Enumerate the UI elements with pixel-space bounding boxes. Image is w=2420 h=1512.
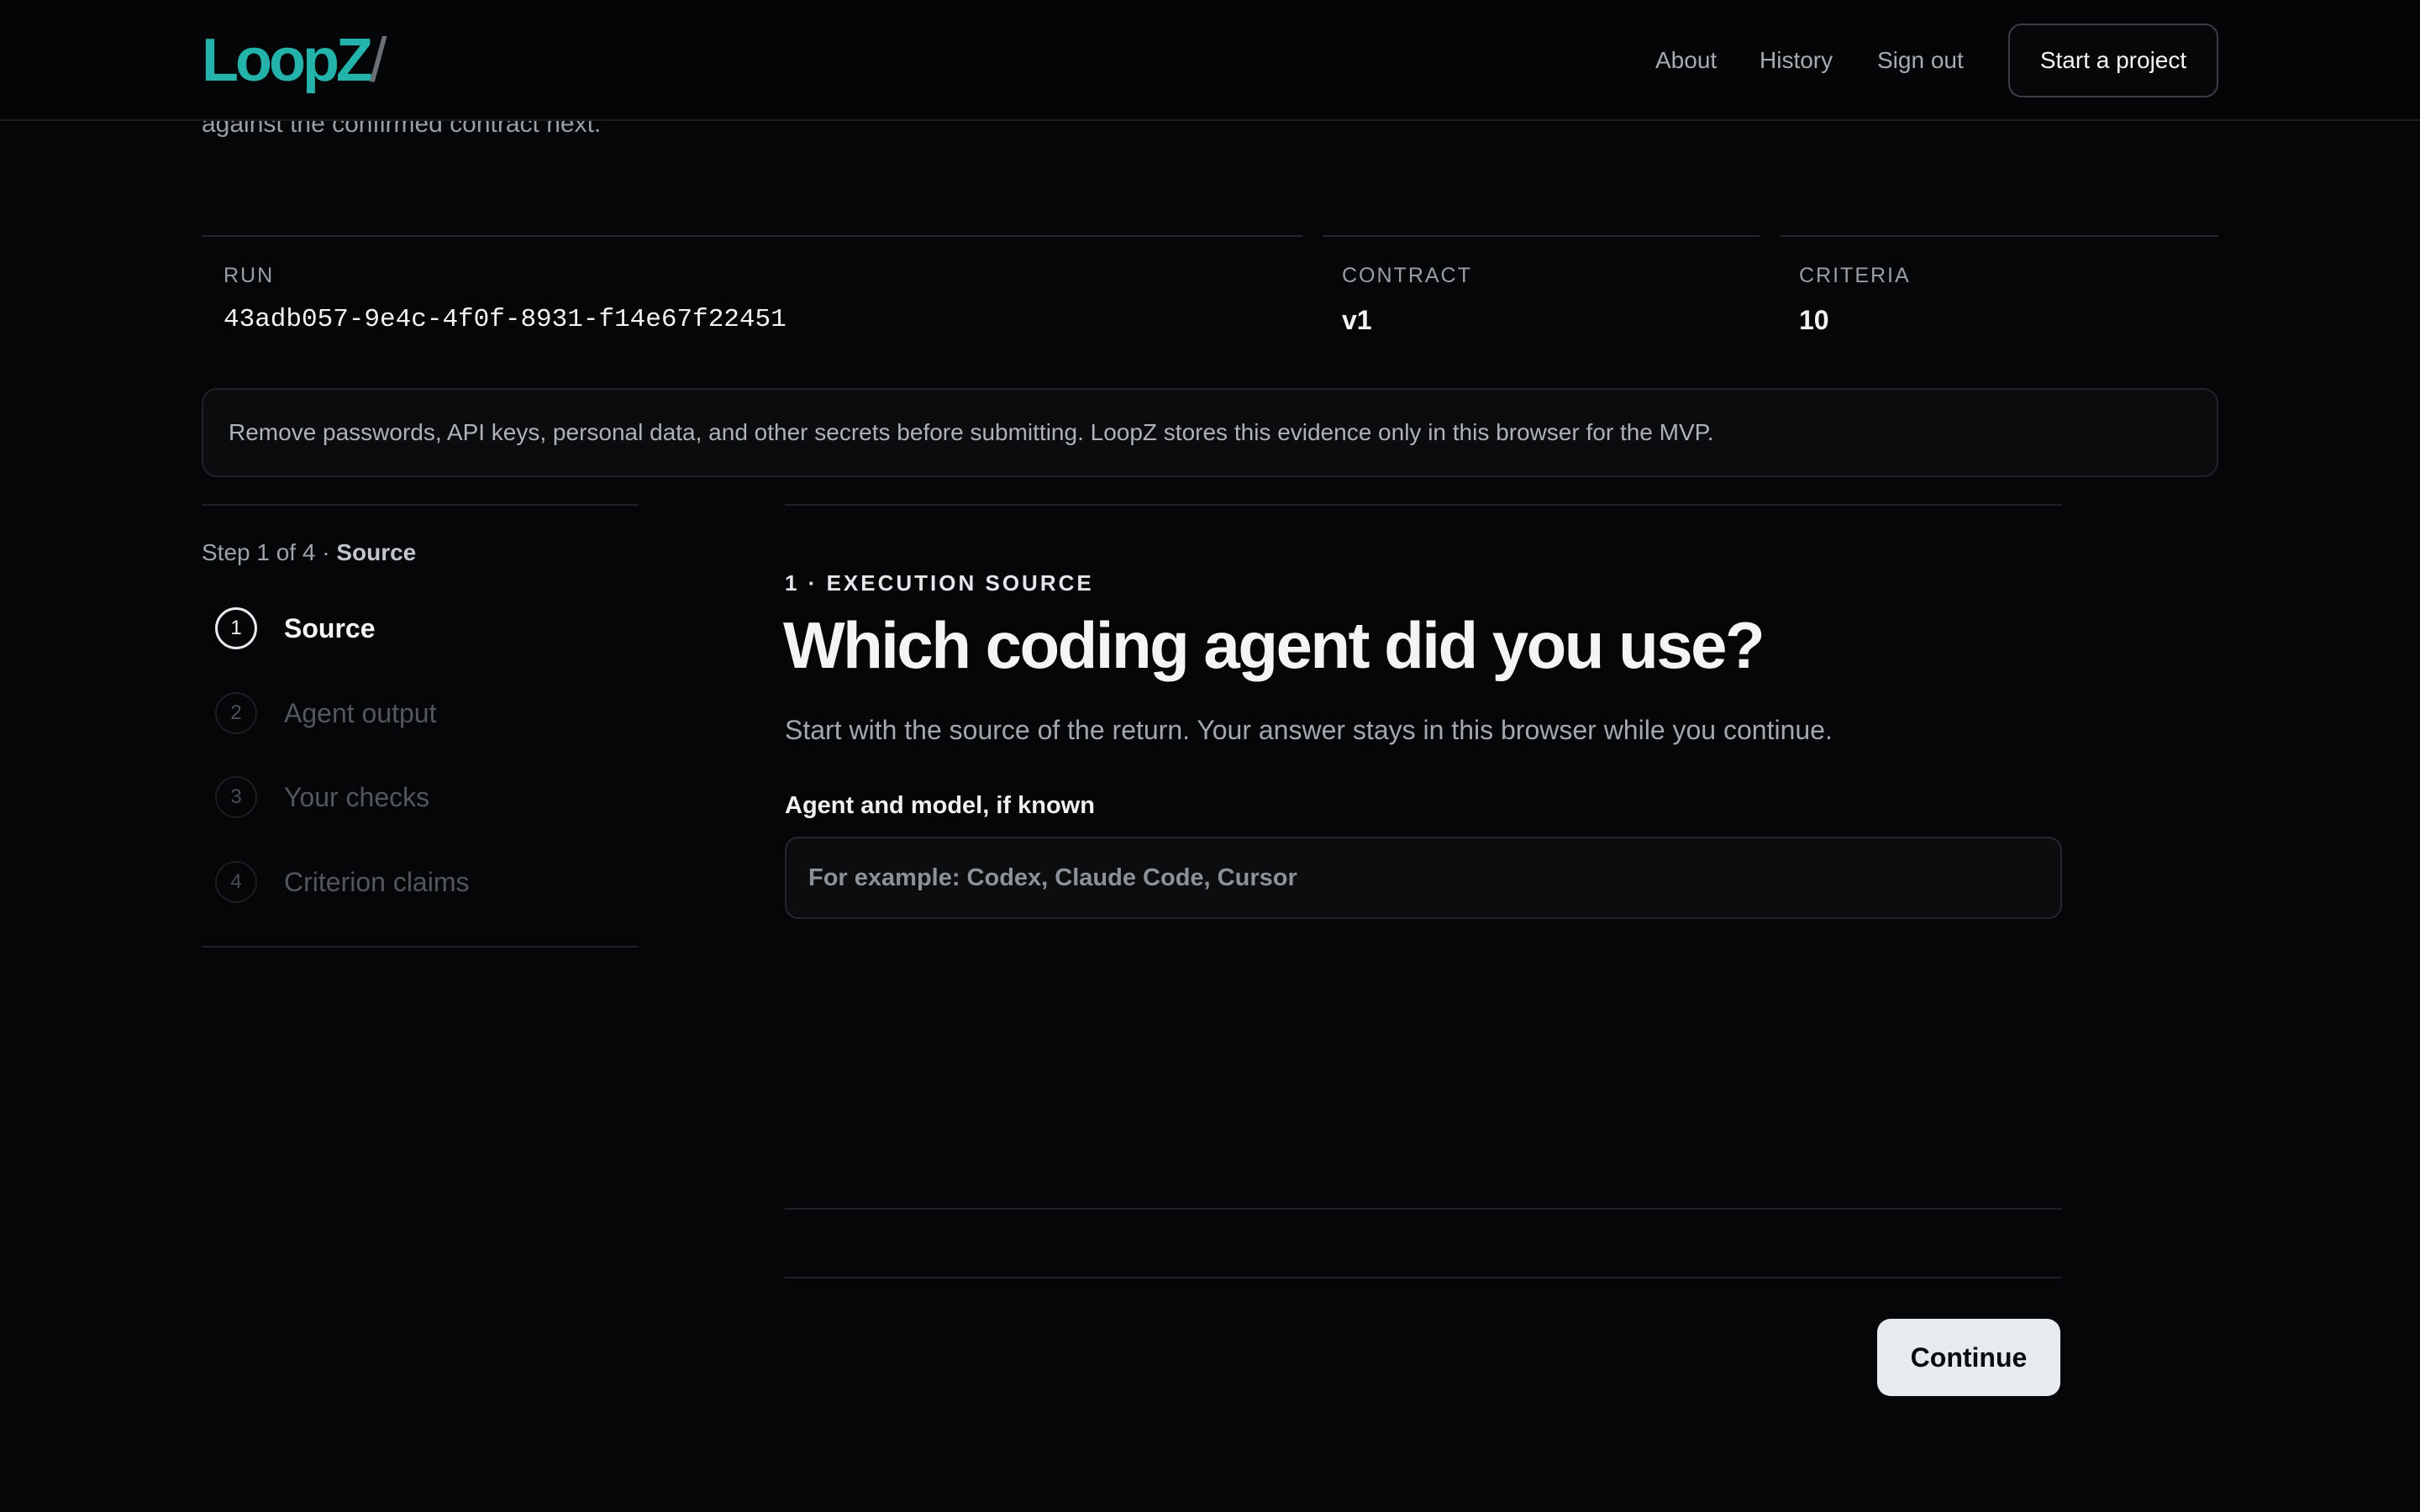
step-number: 3 bbox=[215, 776, 257, 818]
step-item-your-checks[interactable]: 3 Your checks bbox=[215, 774, 429, 821]
section-description: Start with the source of the return. You… bbox=[785, 715, 1833, 745]
agent-field-label: Agent and model, if known bbox=[785, 792, 1095, 819]
loopz-logo[interactable]: LoopZ bbox=[202, 25, 373, 96]
divider bbox=[1323, 235, 1760, 237]
privacy-notice: Remove passwords, API keys, personal dat… bbox=[202, 388, 2218, 477]
step-label: Your checks bbox=[284, 781, 430, 812]
step-progress: Step 1 of 4 · Source bbox=[202, 538, 416, 568]
step-label: Source bbox=[284, 612, 376, 643]
run-id: 43adb057-9e4c-4f0f-8931-f14e67f22451 bbox=[224, 305, 786, 334]
contract-label: CONTRACT bbox=[1342, 264, 1472, 287]
nav-sign-out-link[interactable]: Sign out bbox=[1877, 44, 1964, 77]
divider bbox=[785, 1277, 2062, 1278]
criteria-count: 10 bbox=[1799, 305, 1829, 335]
continue-button[interactable]: Continue bbox=[1877, 1319, 2060, 1396]
step-number: 2 bbox=[215, 692, 257, 734]
step-progress-prefix: Step 1 of 4 · bbox=[202, 539, 337, 565]
divider bbox=[1780, 235, 2218, 237]
step-number: 4 bbox=[215, 861, 257, 903]
step-progress-current: Source bbox=[336, 539, 417, 565]
step-item-source[interactable]: 1 Source bbox=[215, 605, 375, 652]
criteria-label: CRITERIA bbox=[1799, 264, 1911, 287]
agent-model-input[interactable] bbox=[785, 837, 2062, 919]
run-label: RUN bbox=[224, 264, 275, 287]
divider bbox=[785, 1208, 2062, 1210]
page: LoopZ / About History Sign out Start a p… bbox=[0, 0, 2420, 1512]
nav-about-link[interactable]: About bbox=[1655, 44, 1717, 77]
step-label: Criterion claims bbox=[284, 866, 470, 897]
start-project-button[interactable]: Start a project bbox=[2008, 24, 2218, 97]
divider bbox=[202, 235, 1302, 237]
page-title: Which coding agent did you use? bbox=[783, 608, 1765, 682]
nav-history-link[interactable]: History bbox=[1760, 44, 1833, 77]
step-label: Agent output bbox=[284, 697, 437, 728]
divider bbox=[202, 504, 639, 506]
section-kicker: 1 · EXECUTION SOURCE bbox=[785, 570, 1094, 596]
step-item-criterion-claims[interactable]: 4 Criterion claims bbox=[215, 858, 469, 906]
step-item-agent-output[interactable]: 2 Agent output bbox=[215, 690, 436, 737]
top-navigation-bar: LoopZ / About History Sign out Start a p… bbox=[0, 0, 2420, 121]
contract-version: v1 bbox=[1342, 305, 1372, 335]
logo-separator: / bbox=[370, 25, 387, 95]
divider bbox=[202, 946, 639, 948]
divider bbox=[785, 504, 2062, 506]
step-number: 1 bbox=[215, 607, 257, 649]
